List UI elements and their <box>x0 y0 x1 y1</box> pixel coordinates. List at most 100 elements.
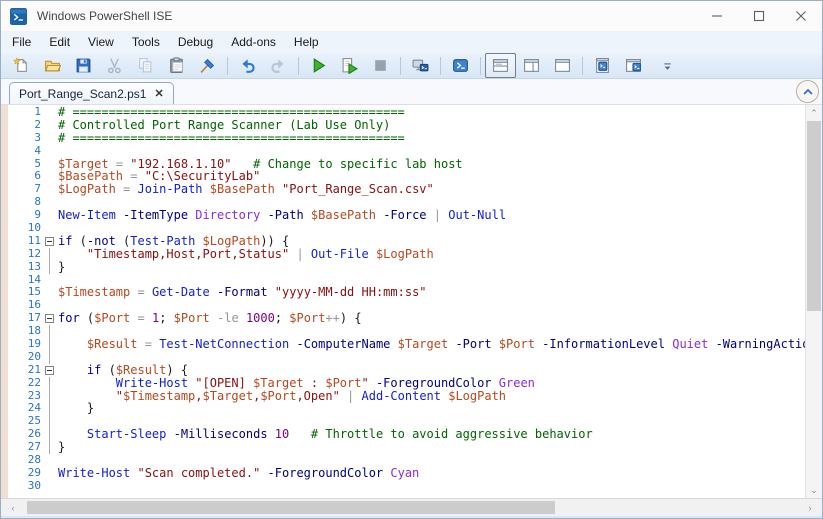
code-line-26[interactable]: 26 Start-Sleep -Milliseconds 10 # Thrott… <box>8 427 805 442</box>
code-line-19[interactable]: 19 $Result = Test-NetConnection -Compute… <box>8 337 805 351</box>
toggle-script-pane-button[interactable] <box>587 53 618 78</box>
vertical-scrollbar-thumb[interactable] <box>807 121 821 311</box>
gutter <box>41 467 58 480</box>
gutter <box>41 389 58 403</box>
line-number: 30 <box>27 478 41 492</box>
menu-item-debug[interactable]: Debug <box>169 32 222 52</box>
gutter <box>41 170 58 183</box>
menu-item-file[interactable]: File <box>3 32 40 52</box>
gutter <box>41 299 58 312</box>
save-icon <box>75 57 92 74</box>
fold-collapse-icon[interactable] <box>45 365 54 375</box>
code-area[interactable]: 1 # =====================================… <box>8 106 805 498</box>
code-line-29[interactable]: 29 Write-Host "Scan completed." -Foregrou… <box>8 465 805 480</box>
stop-operation-button[interactable] <box>365 53 396 78</box>
code-line-15[interactable]: 15 $Timestamp = Get-Date -Format "yyyy-MM… <box>8 286 805 299</box>
save-button[interactable] <box>68 53 99 78</box>
start-powershell-button[interactable] <box>445 53 476 78</box>
tab-close-icon[interactable]: ✕ <box>154 87 163 100</box>
line-number: 2 <box>34 117 41 131</box>
gutter <box>41 441 58 454</box>
gutter <box>41 196 58 209</box>
show-script-pane-right-button[interactable] <box>516 53 547 78</box>
clear-console-button[interactable] <box>192 53 223 78</box>
gutter <box>41 247 58 261</box>
code-line-23[interactable]: 23 "$Timestamp,$Target,$Port,Open" | Add… <box>8 389 805 403</box>
code-text: } <box>58 401 95 416</box>
line-number: 20 <box>27 349 41 363</box>
stop-icon <box>372 57 389 74</box>
run-selection-button[interactable] <box>334 53 365 78</box>
undo-button[interactable] <box>232 53 263 78</box>
menu-item-edit[interactable]: Edit <box>40 32 79 52</box>
code-line-27[interactable]: 27} <box>8 440 805 455</box>
script-editor-pane[interactable]: 1 # =====================================… <box>1 104 822 498</box>
code-line-9[interactable]: 9 New-Item -ItemType Directory -Path $Bas… <box>8 208 805 222</box>
code-line-17[interactable]: 17 for ($Port = 1; $Port -le 1000; $Port+… <box>8 311 805 325</box>
line-number: 28 <box>27 453 41 467</box>
scroll-left-arrow-icon[interactable]: ‹ <box>5 500 21 516</box>
toolbar-separator <box>227 56 228 75</box>
scroll-down-arrow-icon[interactable]: ⌄ <box>806 482 822 498</box>
show-script-pane-maximized-button[interactable] <box>547 53 578 78</box>
close-button[interactable] <box>780 1 822 31</box>
gutter <box>41 286 58 299</box>
code-line-30[interactable]: 30 <box>8 478 805 493</box>
gutter <box>41 428 58 442</box>
new-script-button[interactable] <box>6 53 37 78</box>
gutter <box>41 480 58 493</box>
menu-item-view[interactable]: View <box>79 32 123 52</box>
collapse-script-pane-button[interactable] <box>796 80 819 103</box>
tab-port-range-scan2[interactable]: Port_Range_Scan2.ps1 ✕ <box>9 82 174 104</box>
redo-button[interactable] <box>263 53 294 78</box>
line-number: 19 <box>27 337 41 351</box>
show-script-pane-top-button[interactable] <box>485 53 516 78</box>
paste-button[interactable] <box>161 53 192 78</box>
minimize-button[interactable] <box>696 1 738 31</box>
code-line-24[interactable]: 24 } <box>8 401 805 416</box>
scroll-up-arrow-icon[interactable]: ⌃ <box>806 105 822 121</box>
code-text: $Timestamp = Get-Date -Format "yyyy-MM-d… <box>58 285 427 300</box>
toolbar-overflow-button[interactable] <box>652 53 683 78</box>
open-script-button[interactable] <box>37 53 68 78</box>
code-line-13[interactable]: 13} <box>8 259 805 274</box>
code-text: Write-Host "Scan completed." -Foreground… <box>58 465 420 480</box>
fold-gutter[interactable] <box>41 235 58 248</box>
toolbar-separator <box>400 56 401 75</box>
line-number: 12 <box>27 246 41 260</box>
menu-item-add-ons[interactable]: Add-ons <box>222 32 285 52</box>
line-number: 13 <box>27 259 41 273</box>
show-script-pane-icon <box>594 57 611 74</box>
gutter <box>41 222 58 235</box>
run-script-icon <box>310 57 327 74</box>
toolbar <box>1 53 822 79</box>
code-line-7[interactable]: 7 $LogPath = Join-Path $BasePath "Port_Ra… <box>8 182 805 197</box>
code-text: } <box>58 440 66 455</box>
fold-collapse-icon[interactable] <box>45 314 54 324</box>
menu-item-help[interactable]: Help <box>285 32 328 52</box>
maximize-button[interactable] <box>738 1 780 31</box>
copy-button[interactable] <box>130 53 161 78</box>
fold-gutter[interactable] <box>41 312 58 325</box>
show-command-window-button[interactable] <box>618 53 649 78</box>
scroll-right-arrow-icon[interactable]: › <box>802 500 818 516</box>
horizontal-scrollbar[interactable]: ‹ › <box>1 498 822 516</box>
gutter <box>41 376 58 390</box>
fold-collapse-icon[interactable] <box>45 236 54 246</box>
code-line-3[interactable]: 3 # =====================================… <box>8 131 805 145</box>
vertical-scrollbar[interactable]: ⌃ ⌄ <box>805 105 822 498</box>
line-number: 21 <box>27 362 41 376</box>
code-text: $LogPath = Join-Path $BasePath "Port_Ran… <box>58 182 434 197</box>
fold-gutter[interactable] <box>41 364 58 377</box>
horizontal-scrollbar-thumb[interactable] <box>27 501 555 514</box>
cut-button[interactable] <box>99 53 130 78</box>
menu-item-tools[interactable]: Tools <box>123 32 169 52</box>
code-line-12[interactable]: 12 "Timestamp,Host,Port,Status" | Out-Fi… <box>8 246 805 261</box>
show-command-window-icon <box>625 57 642 74</box>
line-number: 22 <box>27 375 41 389</box>
powershell-app-icon <box>10 7 27 25</box>
line-number: 1 <box>34 106 41 118</box>
new-remote-powershell-tab-button[interactable] <box>405 53 436 78</box>
script-pane-maximized-icon <box>554 57 571 74</box>
run-script-button[interactable] <box>303 53 334 78</box>
